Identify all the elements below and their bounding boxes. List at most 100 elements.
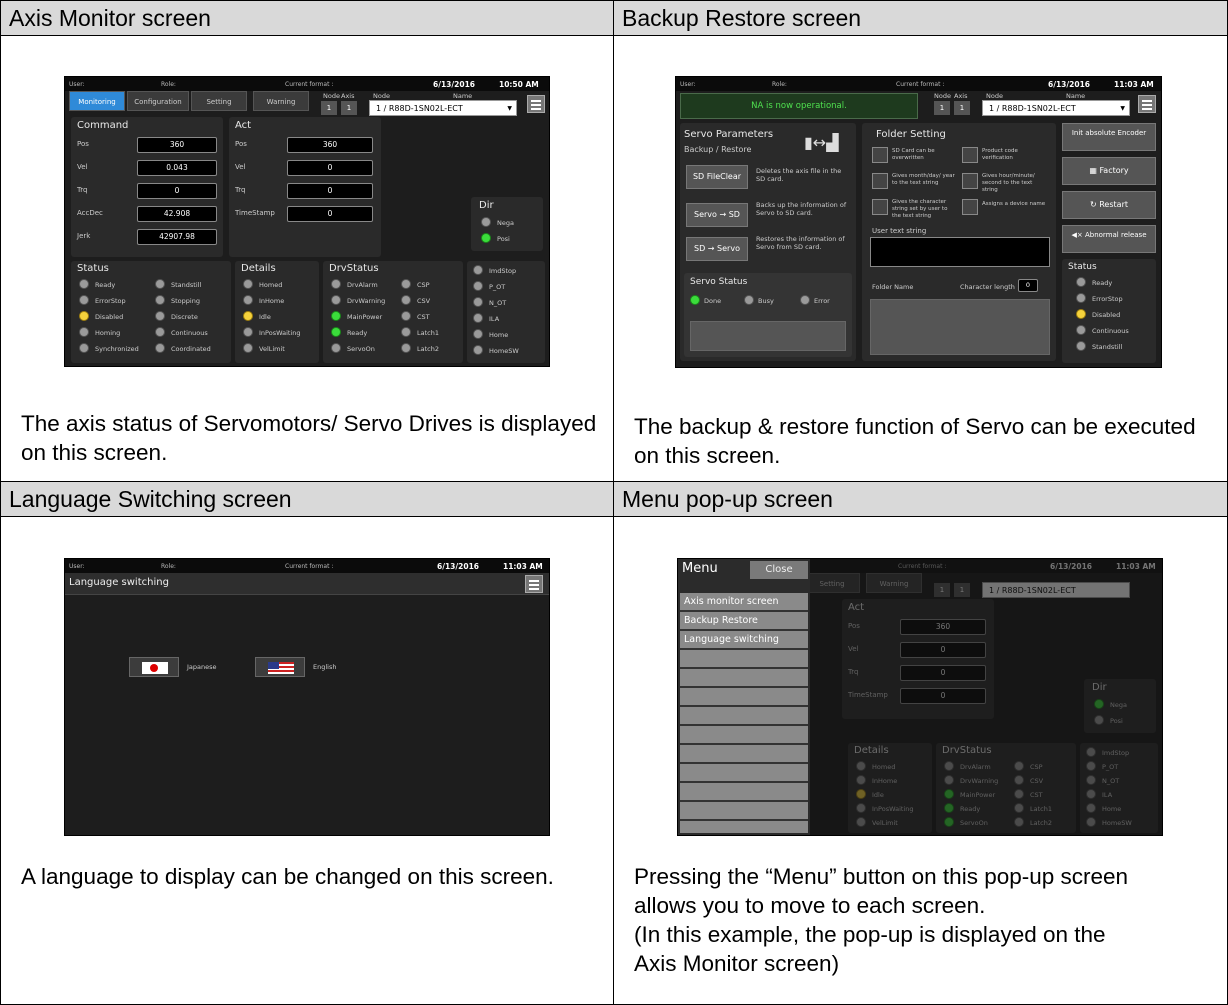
date-label: 6/13/2016 bbox=[433, 80, 476, 89]
act-timestamp-label: TimeStamp bbox=[848, 691, 888, 699]
servo-to-sd-button[interactable]: Servo → SD bbox=[686, 203, 748, 227]
io-ila: ILA bbox=[1102, 791, 1113, 799]
us-flag-icon bbox=[268, 662, 294, 674]
dir-title: Dir bbox=[479, 200, 494, 211]
user-string-checkbox[interactable] bbox=[872, 199, 888, 215]
details-vellimit: VelLimit bbox=[259, 345, 285, 353]
act-trq-label: Trq bbox=[235, 186, 246, 194]
node2-label: Node bbox=[986, 92, 1003, 100]
cmd-accdec-value: 42.908 bbox=[137, 206, 217, 222]
servo-status-busy: Busy bbox=[758, 297, 774, 305]
menu-button[interactable] bbox=[1138, 95, 1156, 113]
latch2-led bbox=[401, 343, 411, 353]
idle-led bbox=[243, 311, 253, 321]
japan-flag-icon bbox=[142, 662, 168, 674]
menu-item-axis-monitor[interactable]: Axis monitor screen bbox=[680, 593, 808, 610]
drv-ready: Ready bbox=[960, 805, 981, 813]
factory-button[interactable]: ▦ Factory bbox=[1062, 157, 1156, 185]
status-coordinated: Coordinated bbox=[171, 345, 211, 353]
status-standstill: Standstill bbox=[1092, 343, 1123, 351]
drv-csv: CSV bbox=[417, 297, 431, 305]
disabled-led bbox=[79, 311, 89, 321]
act-pos-value: 360 bbox=[287, 137, 373, 153]
english-button[interactable] bbox=[255, 657, 305, 677]
user-label: User: bbox=[680, 81, 696, 88]
details-idle: Idle bbox=[872, 791, 884, 799]
synchronized-led bbox=[79, 343, 89, 353]
act-vel-label: Vel bbox=[848, 645, 859, 653]
init-encoder-button[interactable]: Init absolute Encoder bbox=[1062, 123, 1156, 151]
servo-to-sd-desc: Backs up the information of Servo to SD … bbox=[756, 201, 847, 217]
restart-button[interactable]: ↻ Restart bbox=[1062, 191, 1156, 219]
node-name-text: 1 / R88D-1SN02L-ECT bbox=[989, 104, 1076, 113]
latch1-led bbox=[401, 327, 411, 337]
node-name-select: 1 / R88D-1SN02L-ECT bbox=[982, 582, 1130, 598]
factory-label: Factory bbox=[1099, 166, 1129, 175]
date-label: 6/13/2016 bbox=[1050, 562, 1093, 571]
factory-icon: ▦ bbox=[1089, 166, 1100, 175]
status-message: NA is now operational. bbox=[680, 93, 918, 119]
cmd-jerk-label: Jerk bbox=[77, 232, 91, 240]
menu-item-backup-restore[interactable]: Backup Restore bbox=[680, 612, 808, 629]
sd-overwrite-checkbox[interactable] bbox=[872, 147, 888, 163]
top-bar: User: Role: Current format : 6/13/2016 1… bbox=[65, 559, 549, 573]
japanese-button[interactable] bbox=[129, 657, 179, 677]
user-text-input[interactable] bbox=[870, 237, 1050, 267]
drv-latch2: Latch2 bbox=[417, 345, 439, 353]
menu-button[interactable] bbox=[527, 95, 545, 113]
tab-warning[interactable]: Warning bbox=[253, 91, 309, 111]
servo-status-box bbox=[690, 321, 846, 351]
pot-led bbox=[473, 281, 483, 291]
act-vel-label: Vel bbox=[235, 163, 246, 171]
device-name-checkbox[interactable] bbox=[962, 199, 978, 215]
char-length-value: 0 bbox=[1018, 279, 1038, 292]
menu-label: Menu bbox=[682, 561, 718, 576]
drv-csp: CSP bbox=[417, 281, 430, 289]
cmd-vel-value: 0.043 bbox=[137, 160, 217, 176]
opt-product-code: Product code verification bbox=[982, 148, 1018, 161]
menu-button[interactable] bbox=[525, 575, 543, 593]
status-ready: Ready bbox=[95, 281, 116, 289]
status-panel: Status Ready ErrorStop Disabled Homing S… bbox=[71, 261, 231, 363]
discrete-led bbox=[155, 311, 165, 321]
caption-language: A language to display can be changed on … bbox=[21, 864, 554, 889]
details-inposwaiting: InPosWaiting bbox=[259, 329, 301, 337]
date-label: 6/13/2016 bbox=[437, 562, 480, 571]
tab-monitoring[interactable]: Monitoring bbox=[69, 91, 125, 111]
io-pot: P_OT bbox=[489, 283, 506, 291]
servo-status-title: Servo Status bbox=[690, 277, 748, 287]
details-homed: Homed bbox=[872, 763, 896, 771]
cell-title-menu: Menu pop-up screen bbox=[613, 481, 1228, 517]
mainpower-led bbox=[331, 311, 341, 321]
status-panel: Status Ready ErrorStop Disabled Continuo… bbox=[1062, 259, 1156, 363]
act-trq-value: 0 bbox=[287, 183, 373, 199]
dir-panel: Dir Nega Posi bbox=[471, 197, 543, 251]
node-name-select[interactable]: 1 / R88D-1SN02L-ECT ▼ bbox=[982, 100, 1130, 116]
drvstatus-title: DrvStatus bbox=[329, 263, 379, 274]
sd-to-servo-button[interactable]: SD → Servo bbox=[686, 237, 748, 261]
act-title: Act bbox=[848, 602, 865, 613]
tab-setting[interactable]: Setting bbox=[191, 91, 247, 111]
abnormal-release-button[interactable]: ◀× Abnormal release bbox=[1062, 225, 1156, 253]
nega-label: Nega bbox=[1110, 701, 1127, 709]
standstill-led bbox=[1076, 341, 1086, 351]
restart-label: Restart bbox=[1099, 200, 1128, 209]
cmd-pos-value: 360 bbox=[137, 137, 217, 153]
format-label: Current format : bbox=[285, 81, 334, 88]
node-name-select[interactable]: 1 / R88D-1SN02L-ECT ▼ bbox=[369, 100, 517, 116]
posi-led bbox=[1094, 715, 1104, 725]
chevron-down-icon: ▼ bbox=[1120, 105, 1125, 112]
abnormal-release-label: Abnormal release bbox=[1084, 231, 1147, 239]
date-label: 6/13/2016 bbox=[1048, 80, 1091, 89]
menu-item-language-switching[interactable]: Language switching bbox=[680, 631, 808, 648]
tab-configuration[interactable]: Configuration bbox=[127, 91, 189, 111]
menu-list bbox=[680, 593, 808, 833]
status-stopping: Stopping bbox=[171, 297, 200, 305]
sd-fileclear-button[interactable]: SD FileClear bbox=[686, 165, 748, 189]
month-day-checkbox[interactable] bbox=[872, 173, 888, 189]
format-label: Current format : bbox=[285, 563, 334, 570]
hour-minute-checkbox[interactable] bbox=[962, 173, 978, 189]
close-button[interactable]: Close bbox=[750, 561, 808, 579]
product-code-checkbox[interactable] bbox=[962, 147, 978, 163]
act-vel-value: 0 bbox=[287, 160, 373, 176]
